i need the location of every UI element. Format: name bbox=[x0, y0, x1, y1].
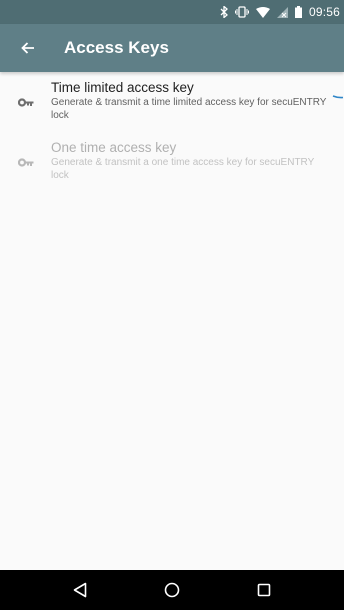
nav-back-button[interactable] bbox=[60, 570, 100, 610]
screen: 09:56 Access Keys Time limited access ke… bbox=[0, 0, 344, 610]
no-signal-icon bbox=[276, 0, 288, 24]
list-item-title: Time limited access key bbox=[51, 80, 194, 95]
home-circle-icon bbox=[164, 582, 180, 598]
key-icon bbox=[17, 97, 33, 107]
back-triangle-icon bbox=[73, 582, 87, 598]
key-icon bbox=[17, 157, 33, 167]
recents-square-icon bbox=[257, 583, 271, 597]
nav-recents-button[interactable] bbox=[244, 570, 284, 610]
list-item-description: Generate & transmit a time limited acces… bbox=[51, 97, 327, 121]
arrow-left-icon bbox=[21, 42, 34, 54]
vibrate-icon bbox=[234, 0, 249, 24]
status-bar: 09:56 bbox=[0, 0, 344, 24]
list-item-title: One time access key bbox=[51, 140, 177, 155]
wifi-icon bbox=[255, 0, 270, 24]
edge-indicator-icon bbox=[332, 95, 344, 99]
list-item-one-time-key[interactable]: One time access key Generate & transmit … bbox=[0, 132, 344, 192]
bluetooth-icon bbox=[220, 0, 228, 24]
status-time: 09:56 bbox=[308, 5, 340, 19]
list-item-description: Generate & transmit a one time access ke… bbox=[51, 157, 315, 181]
app-bar: Access Keys bbox=[0, 24, 344, 72]
back-button[interactable] bbox=[0, 24, 56, 72]
nav-home-button[interactable] bbox=[152, 570, 192, 610]
battery-icon bbox=[294, 0, 302, 24]
list-item-time-limited-key[interactable]: Time limited access key Generate & trans… bbox=[0, 72, 344, 132]
nav-bar bbox=[0, 570, 344, 610]
page-title: Access Keys bbox=[64, 38, 169, 57]
access-key-list: Time limited access key Generate & trans… bbox=[0, 72, 344, 570]
